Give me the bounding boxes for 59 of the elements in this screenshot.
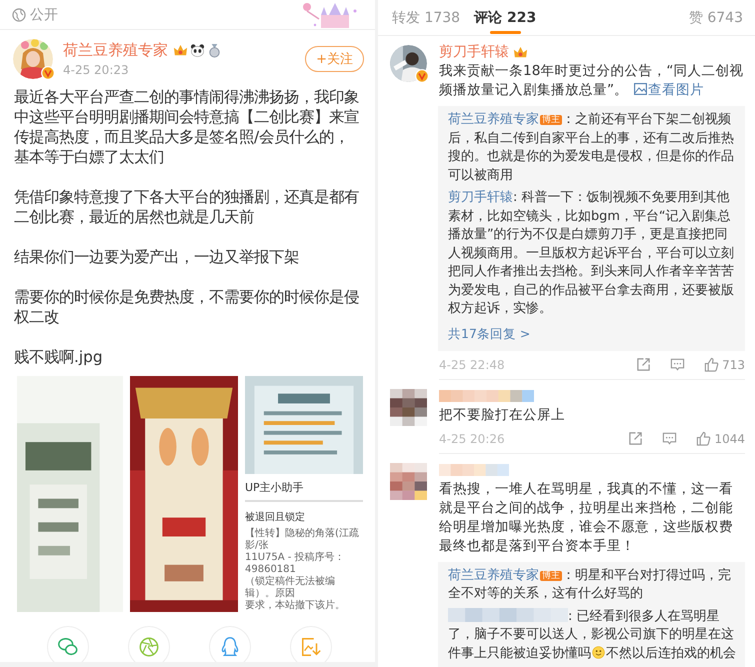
comment-text: 看热搜，一堆人在骂明星，我真的不懂，这一看就是平台之间的战争，拉明星出来挡枪，二创能给明星增加曝光热度，谁会不愿意，这些版权费最终也都是落到平台资本手里！: [439, 480, 734, 556]
image-icon: [634, 83, 648, 95]
author-name[interactable]: 荷兰豆养殖专家: [63, 41, 168, 60]
share-icon[interactable]: [636, 357, 652, 372]
screenshot-image[interactable]: UP主小助手 被退回且锁定 【性转】隐秘的角落(江疏影/张 11U75A - 投稿序号：49860181 （锁定稿件无法被编辑）。原因 要求，本站撤下该片。: [245, 376, 363, 612]
globe-icon: [12, 8, 26, 22]
penguin-icon: [219, 636, 241, 658]
view-image-link[interactable]: 查看图片: [634, 82, 704, 98]
comment-time: 4-25 22:48: [439, 358, 505, 372]
comment-icon[interactable]: [670, 357, 686, 372]
more-replies-link[interactable]: 共17条回复 >: [448, 324, 530, 346]
wechat-icon: [57, 636, 79, 658]
comment-text: 我来贡献一条18年时更过分的公告，“同人二创视频播放量记入剧集播放总量”。 查看图片: [439, 62, 745, 100]
tab[interactable]: 评论 223: [474, 0, 536, 35]
screenshot-line: 【性转】隐秘的角落(江疏影/张: [245, 528, 360, 552]
smile-icon: [592, 646, 605, 658]
reply-author-link[interactable]: 荷兰豆养殖专家: [448, 568, 539, 582]
comment-text: 把不要脸打在公屏上: [439, 406, 566, 424]
like-icon[interactable]: [696, 431, 712, 446]
visibility-label: 公开: [30, 6, 58, 24]
screenshot-title: UP主小助手: [245, 474, 363, 502]
reply-author-link[interactable]: 剪刀手轩辕: [448, 190, 513, 205]
follow-button[interactable]: +关注: [305, 46, 364, 72]
share-target-button[interactable]: [47, 626, 89, 662]
screenshot-line: （锁定稿件无法被编辑）。原因: [245, 576, 336, 600]
screenshot-heading: 被退回且锁定: [245, 510, 306, 525]
reply-text: 荷兰豆养殖专家 博主：之前还有平台下架二创视频后，私自二传到自家平台上的事，还有二改后推热搜的。也就是你的为爱发电是侵权，但是你的作品可以被商用: [448, 111, 735, 184]
post-paragraph: 凭借印象特意搜了下各大平台的独播剧，还真是都有二创比赛，最近的居然也就是几天前: [14, 187, 360, 227]
reply-text: 荷兰豆养殖专家 博主：明星和平台对打得过吗，完全不对等的关系，这有什么好骂的: [448, 566, 732, 603]
save-image-icon: [300, 636, 322, 658]
post-paragraph: 最近各大平台严查二创的事情闹得沸沸扬扬，我印象中这些平台明明剧播期间会特意搞【二创比赛】来宣传提高热度，而且奖品大多是签名照/会员什么的，基本等于白嫖了太太们: [14, 87, 360, 167]
post-paragraph: 贱不贱啊.jpg: [14, 347, 104, 367]
like-icon[interactable]: [704, 357, 720, 372]
share-target-button[interactable]: [128, 626, 170, 662]
reply-text: 剪刀手轩辕: 科普一下：饭制视频不免要用到其他素材，比如空镜头，比如bgm，平台“记入剧集总播放量”的行为不仅是白嫖剪刀手，更是直接把同人视频商用。一旦版权方起诉平台，平台可以立刻把同人作者推出去挡枪。到头来同人作者辛辛苦苦为爱发电，自己的作品被平台拿去商用，还要被版权方起诉，实惨。: [448, 189, 735, 318]
post-time: 4-25 20:23: [63, 63, 130, 77]
post-paragraph: 需要你的时候你是免费热度，不需要你的时候你是侵权二改: [14, 287, 360, 327]
commenter-name[interactable]: 剪刀手轩辕: [439, 43, 509, 61]
author-badge: 博主: [540, 570, 562, 580]
aperture-icon: [138, 636, 160, 658]
like-count: 1044: [714, 432, 745, 446]
post-paragraph: 结果你们一边要为爱产出，一边又举报下架: [14, 247, 300, 267]
author-badge: 博主: [540, 115, 562, 125]
tab[interactable]: 转发 1738: [392, 0, 460, 35]
screenshot-line: 要求，本站撤下该片。: [245, 600, 346, 612]
comment-time: 4-25 20:26: [439, 432, 505, 446]
screenshot-line: 11U75A - 投稿序号：49860181: [245, 552, 346, 576]
share-target-button[interactable]: [209, 626, 251, 662]
like-count: 713: [722, 358, 745, 372]
medal-icon: [207, 43, 222, 58]
comment-icon[interactable]: [662, 431, 678, 446]
share-icon[interactable]: [628, 431, 644, 446]
reply-author-link[interactable]: 荷兰豆养殖专家: [448, 112, 539, 127]
crown-icon: [513, 44, 528, 60]
reply-text: : 已经看到很多人在骂明星了，脑子不要可以送人，影视公司旗下的明星在这件事上只能被迫妥协懂吗 不然以后连拍戏的机会: [448, 608, 737, 662]
tab[interactable]: 赞 6743: [688, 0, 743, 35]
crown-icon: [173, 43, 188, 58]
share-target-button[interactable]: [290, 626, 332, 662]
panda-icon: [190, 43, 205, 58]
